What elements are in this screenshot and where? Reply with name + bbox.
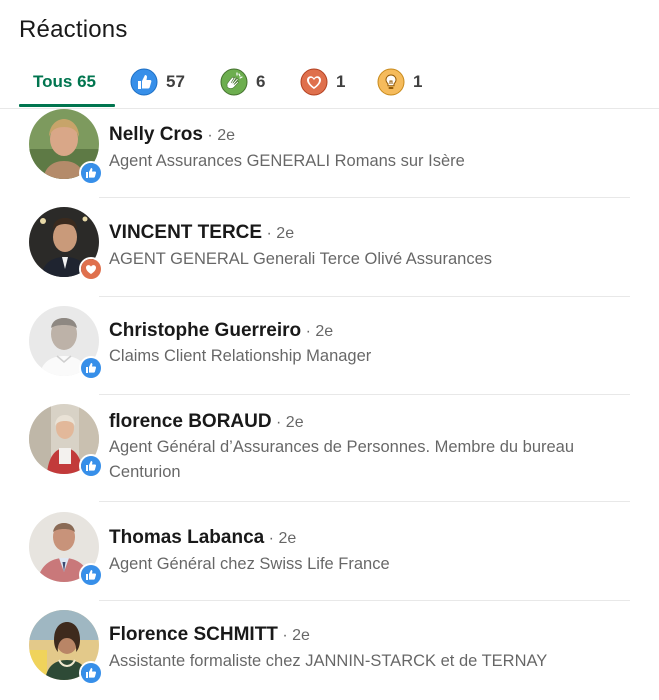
love-icon [79, 257, 103, 281]
like-icon [79, 563, 103, 587]
person-name[interactable]: VINCENT TERCE [109, 222, 262, 243]
person-name[interactable]: Thomas Labanca [109, 527, 264, 548]
tab-all-label: Tous 65 [33, 72, 96, 91]
insightful-icon [377, 68, 405, 96]
page-title: Réactions [19, 16, 128, 43]
person-headline: Agent Général chez Swiss Life France [109, 555, 390, 573]
divider [99, 296, 630, 297]
name-line: VINCENT TERCE · 2e [109, 222, 295, 243]
tab-love-count: 1 [336, 72, 346, 91]
connection-degree: 2e [276, 225, 295, 242]
divider [99, 501, 630, 502]
connection-degree: 2e [217, 127, 235, 144]
person-name[interactable]: Christophe Guerreiro [109, 320, 301, 341]
tab-celebrate-count: 6 [256, 72, 266, 91]
tab-celebrate[interactable]: 6 [220, 58, 265, 106]
tab-like[interactable]: 57 [130, 58, 185, 106]
connection-degree: 2e [278, 530, 297, 547]
connection-degree: 2e [285, 414, 304, 431]
divider [99, 394, 630, 395]
name-line: Christophe Guerreiro · 2e [109, 320, 334, 341]
celebrate-icon [220, 68, 248, 96]
divider [99, 197, 630, 198]
like-icon [79, 161, 103, 185]
person-headline: Agent Général d’Assurances de Personnes.… [109, 438, 575, 481]
divider [99, 600, 630, 601]
person-name[interactable]: Nelly Cros [109, 124, 203, 145]
list-item[interactable]: Florence SCHMITT · 2e Assistante formali… [0, 610, 659, 699]
person-headline: Assistante formaliste chez JANNIN-STARCK… [109, 652, 548, 670]
tab-insightful-count: 1 [413, 72, 423, 91]
tab-insightful[interactable]: 1 [377, 58, 422, 106]
like-icon [130, 68, 158, 96]
tab-all[interactable]: Tous 65 [33, 58, 96, 106]
person-name[interactable]: florence BORAUD [109, 411, 272, 432]
active-tab-underline [19, 104, 115, 107]
like-icon [79, 661, 103, 685]
list-item[interactable]: Christophe Guerreiro · 2e Claims Client … [0, 306, 659, 395]
list-item[interactable]: VINCENT TERCE · 2e AGENT GENERAL General… [0, 207, 659, 297]
list-item[interactable]: Thomas Labanca · 2e Agent Général chez S… [0, 512, 659, 601]
list-item[interactable]: florence BORAUD · 2e Agent Général d’Ass… [0, 404, 659, 502]
love-icon [300, 68, 328, 96]
like-icon [79, 454, 103, 478]
name-line: Thomas Labanca · 2e [109, 527, 297, 548]
person-headline: Agent Assurances GENERALI Romans sur Isè… [109, 152, 465, 170]
name-line: florence BORAUD · 2e [109, 411, 304, 432]
name-line: Nelly Cros · 2e [109, 124, 235, 145]
like-icon [79, 356, 103, 380]
tab-love[interactable]: 1 [300, 58, 345, 106]
reaction-tabs: Tous 65 57 6 1 1 [0, 58, 659, 109]
person-headline: AGENT GENERAL Generali Terce Olivé Assur… [109, 250, 493, 268]
name-line: Florence SCHMITT · 2e [109, 624, 310, 645]
person-name[interactable]: Florence SCHMITT [109, 624, 278, 645]
person-headline: Claims Client Relationship Manager [109, 347, 372, 365]
connection-degree: 2e [315, 323, 334, 340]
list-item[interactable]: Nelly Cros · 2e Agent Assurances GENERAL… [0, 109, 659, 198]
tab-like-count: 57 [166, 72, 185, 91]
connection-degree: 2e [292, 627, 310, 644]
